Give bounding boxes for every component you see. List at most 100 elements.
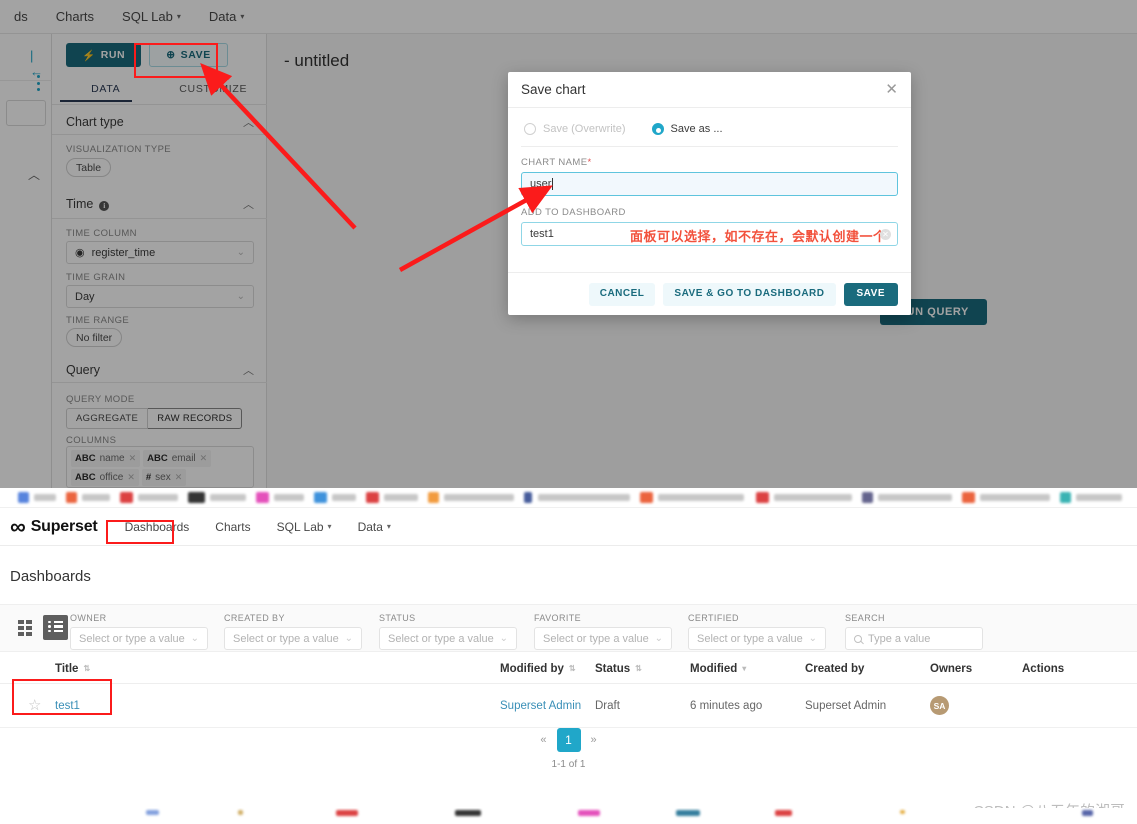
table-row[interactable]: ☆ test1 Superset Admin Draft 6 minutes a… <box>0 684 1137 728</box>
chart-name-input[interactable]: user <box>521 172 898 196</box>
filter-label-favorite: FAVORITE <box>534 613 582 623</box>
add-to-dashboard-select[interactable]: test1 面板可以选择，如不存在，会默认创建一个 ✕ <box>521 222 898 246</box>
card-view-button[interactable] <box>12 615 37 640</box>
column-header-created-by[interactable]: Created by <box>805 663 930 675</box>
sort-icon: ⇅ <box>568 663 576 673</box>
nav-item-sql-lab[interactable]: SQL Lab ▾ <box>108 0 195 34</box>
tab-data[interactable]: DATA <box>52 76 160 102</box>
column-header-modified[interactable]: Modified ▾ <box>690 663 805 675</box>
remove-icon[interactable]: ✕ <box>175 472 183 483</box>
info-icon[interactable]: i <box>99 201 110 211</box>
save-chart-modal: Save chart ✕ Save (Overwrite) Save as ..… <box>508 72 911 315</box>
time-range-value[interactable]: No filter <box>66 328 123 347</box>
filter-certified-select[interactable]: Select or type a value ⌄ <box>688 627 826 650</box>
datasource-chip[interactable] <box>6 100 46 126</box>
dashboards-view: ∞ Superset Dashboards Charts SQL Lab ▾ Da… <box>0 508 1137 824</box>
tab-customize[interactable]: CUSTOMIZE <box>160 76 268 102</box>
sidebar-item-dashboards[interactable]: Dashboards <box>112 520 203 534</box>
segment-label: RAW RECORDS <box>157 413 233 424</box>
modified-by-link[interactable]: Superset Admin <box>500 700 581 712</box>
remove-icon[interactable]: ✕ <box>127 472 135 483</box>
add-to-dashboard-label: ADD TO DASHBOARD <box>521 207 626 218</box>
section-time[interactable]: Time i ︿ <box>66 196 254 212</box>
column-tag[interactable]: # sex ✕ <box>141 469 187 486</box>
sidebar-item-sql-lab[interactable]: SQL Lab ▾ <box>264 520 345 534</box>
radio-save-overwrite[interactable]: Save (Overwrite) <box>524 123 626 135</box>
filter-placeholder: Select or type a value <box>233 632 339 645</box>
run-button-label: RUN <box>100 49 126 61</box>
filter-label-certified: CERTIFIED <box>688 613 739 623</box>
sort-icon: ⇅ <box>83 663 91 673</box>
save-button[interactable]: ⊕ SAVE <box>149 43 228 67</box>
avatar[interactable]: SA <box>930 696 949 715</box>
section-query[interactable]: Query ︿ <box>66 362 254 378</box>
column-tag[interactable]: ABC email ✕ <box>143 450 212 467</box>
time-column-select[interactable]: ◉ register_time ⌄ <box>66 241 254 264</box>
filter-favorite-select[interactable]: Select or type a value ⌄ <box>534 627 672 650</box>
section-title: Time <box>66 197 94 211</box>
nav-item-dashboards[interactable]: ds <box>0 0 42 34</box>
column-header-modified-by[interactable]: Modified by ⇅ <box>500 663 595 675</box>
run-button[interactable]: ⚡ RUN <box>66 43 142 67</box>
search-input[interactable]: Type a value <box>845 627 983 650</box>
header-label: Actions <box>1022 662 1065 675</box>
filter-placeholder: Select or type a value <box>388 632 494 645</box>
cell-title[interactable]: test1 <box>55 700 500 712</box>
header-label: Owners <box>930 662 973 675</box>
collapse-panel-icon[interactable]: |← <box>30 48 46 79</box>
sidebar-item-charts[interactable]: Charts <box>202 520 263 534</box>
dashboard-title-link[interactable]: test1 <box>55 700 80 712</box>
segment-label: AGGREGATE <box>76 413 139 424</box>
column-tag[interactable]: ABC office ✕ <box>71 469 139 486</box>
save-mode-radio-group: Save (Overwrite) Save as ... <box>521 120 898 146</box>
grid-icon <box>17 619 32 636</box>
nav-item-charts[interactable]: Charts <box>42 0 108 34</box>
view-mode-toggle <box>12 615 68 640</box>
sidebar-item-data[interactable]: Data ▾ <box>345 520 404 534</box>
filter-created-by-select[interactable]: Select or type a value ⌄ <box>224 627 362 650</box>
radio-save-as[interactable]: Save as ... <box>651 123 723 135</box>
list-view-button[interactable] <box>43 615 68 640</box>
chevron-up-icon[interactable]: ︿ <box>28 166 40 183</box>
column-header-status[interactable]: Status ⇅ <box>595 663 690 675</box>
brand-name: Superset <box>30 517 98 535</box>
cell-modified: 6 minutes ago <box>690 700 805 712</box>
section-chart-type[interactable]: Chart type ︿ <box>66 114 254 130</box>
save-and-goto-dashboard-button[interactable]: SAVE & GO TO DASHBOARD <box>663 282 836 306</box>
column-tag[interactable]: ABC name ✕ <box>71 450 141 467</box>
close-icon[interactable]: ✕ <box>885 82 898 97</box>
remove-icon[interactable]: ✕ <box>129 453 137 464</box>
browser-bookmarks-bar <box>0 488 1137 508</box>
favorite-cell[interactable]: ☆ <box>0 698 55 713</box>
star-icon[interactable]: ☆ <box>28 698 42 713</box>
clear-icon[interactable]: ✕ <box>880 228 891 240</box>
filter-owner-select[interactable]: Select or type a value ⌄ <box>70 627 208 650</box>
previous-page-icon[interactable]: « <box>540 734 546 746</box>
divider <box>521 146 898 147</box>
required-marker: * <box>587 157 592 168</box>
modal-footer: CANCEL SAVE & GO TO DASHBOARD SAVE <box>508 272 911 315</box>
time-grain-select[interactable]: Day ⌄ <box>66 285 254 308</box>
header-label: Status <box>595 662 631 675</box>
more-options-icon[interactable] <box>33 72 43 94</box>
screenshot-root: ds Charts SQL Lab ▾ Data ▾ ︿ |← ⚡ RUN ⊕ … <box>0 0 1137 824</box>
next-page-icon[interactable]: » <box>591 734 597 746</box>
remove-icon[interactable]: ✕ <box>200 453 208 464</box>
query-mode-raw-records[interactable]: RAW RECORDS <box>148 408 243 429</box>
nav-item-data[interactable]: Data ▾ <box>195 0 258 34</box>
superset-logo[interactable]: ∞ Superset <box>10 515 98 538</box>
cancel-button[interactable]: CANCEL <box>588 282 656 306</box>
visualization-type-value[interactable]: Table <box>66 158 112 177</box>
time-column-value: register_time <box>91 246 156 259</box>
query-mode-aggregate[interactable]: AGGREGATE <box>66 408 149 429</box>
columns-field[interactable]: ABC name ✕ ABC email ✕ ABC office ✕ # sex ✕ <box>66 446 254 488</box>
filter-label-status: STATUS <box>379 613 416 623</box>
nav-label: Data <box>208 8 237 24</box>
column-header-title[interactable]: Title ⇅ <box>55 663 500 675</box>
page-number-1[interactable]: 1 <box>556 728 581 752</box>
modal-save-button[interactable]: SAVE <box>843 282 898 306</box>
lightning-icon: ⚡ <box>82 49 96 62</box>
column-name: name <box>99 453 125 464</box>
filter-status-select[interactable]: Select or type a value ⌄ <box>379 627 517 650</box>
header-label: Title <box>55 662 79 675</box>
